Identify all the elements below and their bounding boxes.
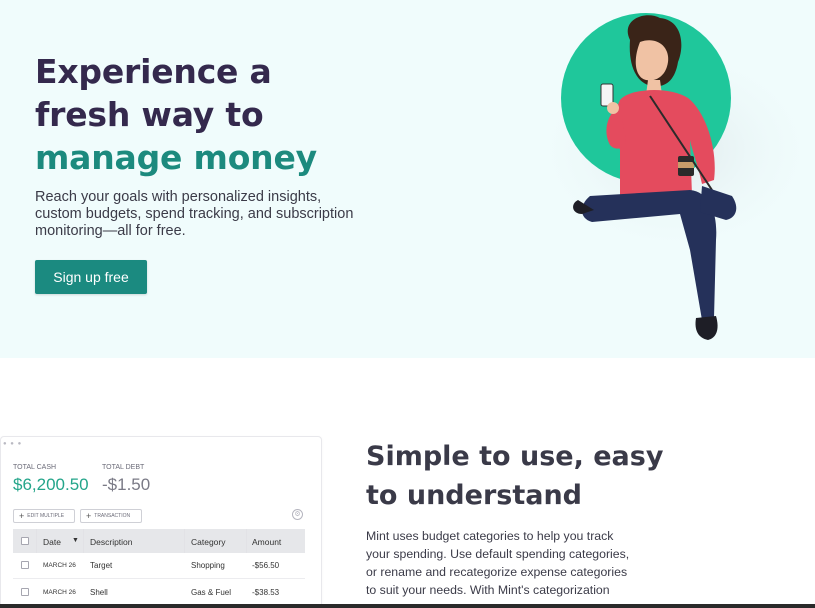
edit-multiple-button[interactable]: + EDIT MULTIPLE: [13, 509, 75, 523]
window-dots-icon: ● ● ●: [3, 441, 23, 447]
total-cash-label: TOTAL CASH: [13, 464, 57, 471]
edit-multiple-label: EDIT MULTIPLE: [27, 513, 65, 519]
hero-title-line2: fresh way to: [35, 95, 264, 134]
feature-title-line1: Simple to use, easy: [366, 441, 664, 472]
row-description: Target: [90, 561, 113, 570]
feature-body: Mint uses budget categories to help you …: [366, 529, 630, 597]
col-description[interactable]: Description: [90, 537, 133, 547]
row-amount: -$56.50: [252, 561, 280, 570]
col-date[interactable]: Date: [43, 537, 61, 547]
hero-title-line1: Experience a: [35, 52, 272, 91]
total-cash-value: $6,200.50: [13, 475, 89, 494]
select-all-checkbox[interactable]: [21, 537, 29, 545]
total-debt-label: TOTAL DEBT: [102, 464, 145, 471]
hero-section: Experience a fresh way to manage money R…: [0, 0, 815, 358]
hero-title-accent: manage money: [35, 138, 317, 177]
table-row[interactable]: MARCH 26 Target Shopping -$56.50: [13, 553, 305, 579]
feature-title: Simple to use, easy to understand: [366, 437, 663, 515]
gear-icon[interactable]: ⚙: [292, 509, 303, 520]
col-amount[interactable]: Amount: [252, 537, 281, 547]
table-header: Date ▼ Description Category Amount: [13, 529, 305, 553]
sort-down-icon[interactable]: ▼: [72, 537, 79, 544]
col-category[interactable]: Category: [191, 537, 226, 547]
table-row[interactable]: MARCH 26 Shell Gas & Fuel -$38.53: [13, 579, 305, 605]
hero-illustration: [525, 13, 815, 340]
row-amount: -$38.53: [252, 588, 280, 597]
transaction-label: TRANSACTION: [94, 513, 131, 519]
row-category: Shopping: [191, 561, 225, 570]
row-date: MARCH 26: [43, 562, 76, 569]
feature-title-line2: to understand: [366, 480, 582, 511]
plus-icon: +: [86, 510, 92, 521]
row-category: Gas & Fuel: [191, 588, 232, 597]
hero-title: Experience a fresh way to manage money: [35, 50, 317, 179]
bottom-edge-divider: [0, 604, 815, 608]
row-checkbox[interactable]: [21, 561, 29, 569]
add-transaction-button[interactable]: + TRANSACTION: [80, 509, 142, 523]
row-date: MARCH 26: [43, 589, 76, 596]
sign-up-button[interactable]: Sign up free: [35, 260, 147, 294]
hero-subtitle: Reach your goals with personalized insig…: [35, 189, 354, 239]
row-checkbox[interactable]: [21, 588, 29, 596]
row-description: Shell: [90, 588, 108, 597]
plus-icon: +: [19, 510, 25, 521]
total-debt-value: -$1.50: [102, 475, 151, 494]
dashboard-preview-card: ● ● ● TOTAL CASH $6,200.50 TOTAL DEBT -$…: [0, 436, 322, 608]
